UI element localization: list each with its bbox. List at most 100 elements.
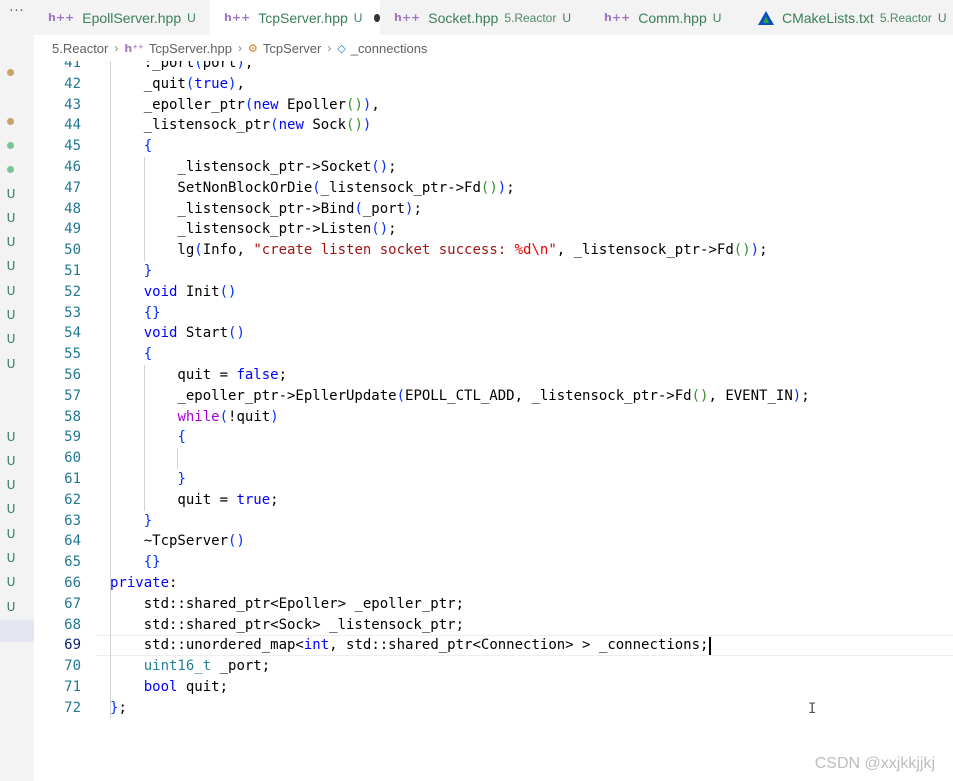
code-text[interactable]: private: [110,573,177,594]
line-number: 57 [64,387,81,404]
git-status-mark: U [6,332,16,347]
cpp-header-icon: h++ [604,11,631,24]
code-text[interactable]: } [110,261,152,282]
line-number: 43 [64,96,81,113]
code-text[interactable]: {} [110,303,161,324]
code-text[interactable]: void Init() [110,282,237,303]
code-text[interactable]: std::shared_ptr<Epoller> _epoller_ptr; [110,594,464,615]
code-text[interactable]: { [110,136,152,157]
tab-comm-hpp[interactable]: h++ Comm.hpp U [590,0,744,35]
code-line[interactable]: 71 bool quit; [34,677,953,698]
code-text[interactable]: bool quit; [110,677,228,698]
tab-socket-hpp[interactable]: h++ Socket.hpp 5.Reactor U [380,0,590,35]
code-line[interactable]: 64 ~TcpServer() [34,531,953,552]
code-line[interactable]: 61 } [34,469,953,490]
code-text[interactable]: { [110,344,152,365]
code-line[interactable]: 47 SetNonBlockOrDie(_listensock_ptr->Fd(… [34,178,953,199]
code-text[interactable]: lg(Info, "create listen socket success: … [110,240,767,261]
tab-tcpserver-hpp[interactable]: h++ TcpServer.hpp U [210,0,380,35]
code-line[interactable]: 69 std::unordered_map<int, std::shared_p… [34,635,953,656]
code-text[interactable]: {} [110,552,161,573]
code-text[interactable]: }; [110,698,127,719]
more-actions-icon[interactable]: ··· [0,4,34,19]
code-line[interactable]: 72}; [34,698,953,719]
line-number: 63 [64,512,81,529]
code-text[interactable]: } [110,511,152,532]
tab-epollserver-hpp[interactable]: h++ EpollServer.hpp U [34,0,210,35]
code-text[interactable]: SetNonBlockOrDie(_listensock_ptr->Fd()); [110,178,514,199]
code-text[interactable]: void Start() [110,323,245,344]
tab-description: 5.Reactor [504,10,557,25]
code-editor[interactable]: I 41 :_port(port), 42 _quit(true), 43 _epo… [34,61,953,781]
code-text[interactable]: _quit(true), [110,74,245,95]
git-status-mark: U [6,526,16,541]
code-line[interactable]: 70 uint16_t _port; [34,656,953,677]
line-number: 54 [64,325,81,342]
caret [708,636,711,655]
git-status-badge: U [187,10,196,25]
code-text[interactable]: _listensock_ptr->Bind(_port); [110,199,421,220]
code-text[interactable]: { [110,427,185,448]
code-line[interactable]: 56 quit = false; [34,365,953,386]
code-text[interactable]: _listensock_ptr->Socket(); [110,157,396,178]
breadcrumb-field[interactable]: _connections [351,41,428,56]
code-line[interactable]: 53 {} [34,303,953,324]
code-line[interactable]: 44 _listensock_ptr(new Sock()) [34,115,953,136]
code-text[interactable]: quit = true; [110,490,278,511]
code-line[interactable]: 55 { [34,344,953,365]
git-status-mark: U [6,453,16,468]
tab-bar: h++ EpollServer.hpp Uh++ TcpServer.hpp U h++ S… [34,0,953,35]
code-text[interactable]: } [110,469,185,490]
git-status-badge: U [562,10,572,25]
code-line[interactable]: 45 { [34,136,953,157]
code-line[interactable]: 46 _listensock_ptr->Socket(); [34,157,953,178]
git-status-mark: U [6,599,16,614]
line-number: 55 [64,346,81,363]
breadcrumb-file[interactable]: TcpServer.hpp [149,41,232,56]
code-text[interactable]: _listensock_ptr(new Sock()) [110,115,372,136]
chevron-right-icon: › [327,41,332,55]
code-line[interactable]: 41 :_port(port), [34,61,953,74]
code-line[interactable]: 59 { [34,427,953,448]
tab-cmakelists-txt[interactable]: CMakeLists.txt 5.Reactor U [744,0,953,35]
code-line[interactable]: 54 void Start() [34,323,953,344]
indent-guide [143,157,145,261]
code-line[interactable]: 49 _listensock_ptr->Listen(); [34,219,953,240]
code-line[interactable]: 42 _quit(true), [34,74,953,95]
code-text[interactable]: :_port(port), [110,61,254,74]
line-number: 52 [64,283,81,300]
code-text[interactable]: quit = false; [110,365,287,386]
code-line[interactable]: 60 [34,448,953,469]
code-text[interactable]: _listensock_ptr->Listen(); [110,219,396,240]
code-text[interactable]: ~TcpServer() [110,531,245,552]
cpp-header-icon: h⁺⁺ [124,41,144,55]
code-line[interactable]: 57 _epoller_ptr->EpllerUpdate(EPOLL_CTL_… [34,386,953,407]
code-line[interactable]: 43 _epoller_ptr(new Epoller()), [34,95,953,116]
tab-description: 5.Reactor [879,10,932,25]
code-line[interactable]: 62 quit = true; [34,490,953,511]
code-line[interactable]: 48 _listensock_ptr->Bind(_port); [34,199,953,220]
code-text[interactable]: std::unordered_map<int, std::shared_ptr<… [110,635,709,656]
code-text[interactable]: while(!quit) [110,407,278,428]
code-text[interactable]: std::shared_ptr<Sock> _listensock_ptr; [110,615,464,636]
cpp-header-icon: h++ [48,11,75,24]
code-text[interactable]: _epoller_ptr->EpllerUpdate(EPOLL_CTL_ADD… [110,386,809,407]
line-number: 65 [64,554,81,571]
line-number: 66 [64,575,81,591]
code-line[interactable]: 51 } [34,261,953,282]
code-line[interactable]: 63 } [34,511,953,532]
code-text[interactable]: _epoller_ptr(new Epoller()), [110,95,380,116]
tab-label: Socket.hpp [428,9,499,26]
class-icon: ⚙ [247,41,258,55]
breadcrumb-class[interactable]: TcpServer [263,41,322,56]
code-line[interactable]: 50 lg(Info, "create listen socket succes… [34,240,953,261]
code-line[interactable]: 68 std::shared_ptr<Sock> _listensock_ptr… [34,615,953,636]
code-line[interactable]: 67 std::shared_ptr<Epoller> _epoller_ptr… [34,594,953,615]
line-number: 46 [64,159,81,175]
breadcrumb-folder[interactable]: 5.Reactor [52,41,108,56]
code-text[interactable]: uint16_t _port; [110,656,270,677]
code-line[interactable]: 65 {} [34,552,953,573]
code-line[interactable]: 58 while(!quit) [34,407,953,428]
code-line[interactable]: 52 void Init() [34,282,953,303]
code-line[interactable]: 66 private: [34,573,953,594]
